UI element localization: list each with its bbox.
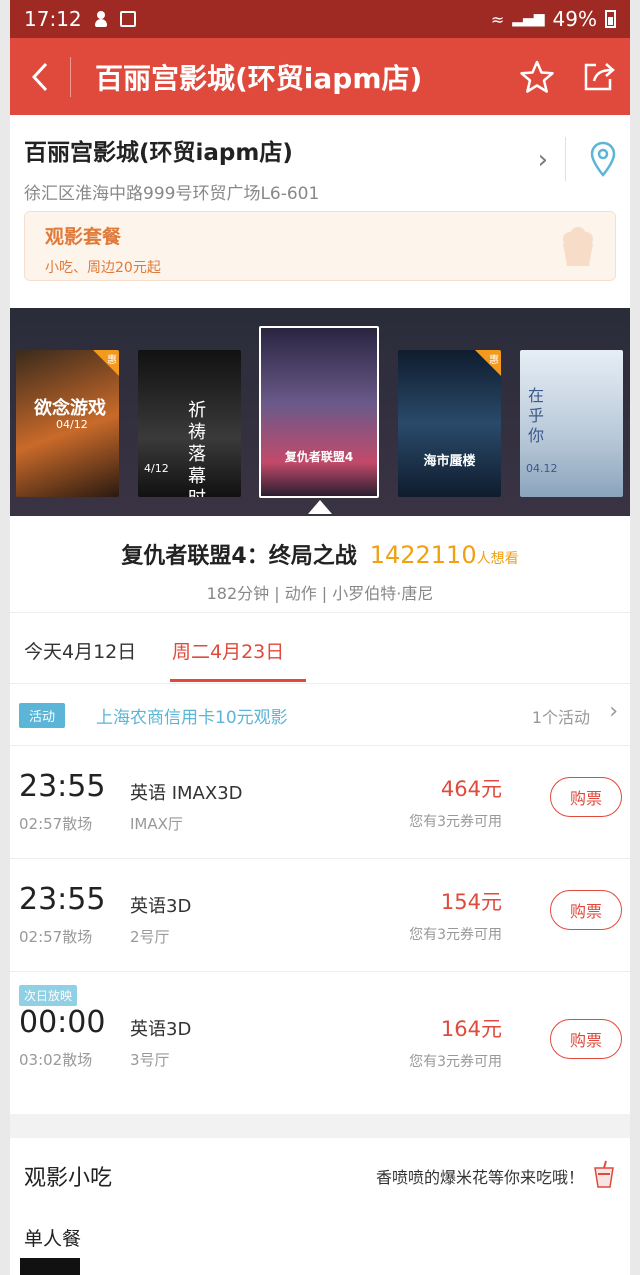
snacks-section: 观影小吃 香喷喷的爆米花等你来吃哦！ 单人餐 bbox=[10, 1138, 630, 1275]
chevron-left-icon bbox=[31, 62, 48, 91]
show-language: 英语3D bbox=[130, 896, 192, 917]
poster-item-selected[interactable]: 复仇者联盟4 bbox=[259, 326, 379, 498]
page-title: 百丽宫影城(环贸iapm店) bbox=[95, 61, 423, 95]
poster-title: 复仇者联盟4 bbox=[284, 450, 354, 464]
promo-count: 1个活动 bbox=[531, 708, 590, 727]
poster-title: 祈祷落幕时 bbox=[188, 400, 206, 497]
movie-info: 复仇者联盟4：终局之战 1422110人想看 182分钟 | 动作 | 小罗伯特… bbox=[10, 516, 630, 612]
start-time: 00:00 bbox=[19, 1005, 106, 1040]
coupon-note: 您有3元券可用 bbox=[409, 927, 502, 943]
show-hall: IMAX厅 bbox=[130, 815, 183, 833]
snacks-tip: 香喷喷的爆米花等你来吃哦！ bbox=[375, 1168, 584, 1187]
meal-logo bbox=[20, 1258, 80, 1275]
discount-badge: 惠 bbox=[93, 350, 119, 376]
share-icon bbox=[584, 62, 615, 90]
date-tabs: 今天4月12日 周二4月23日 bbox=[10, 612, 630, 684]
cinema-address: 徐汇区淮海中路999号环贸广场L6-601 bbox=[24, 184, 320, 204]
poster-item[interactable]: 在乎你 04.12 bbox=[520, 350, 623, 497]
show-language: 英语 IMAX3D bbox=[130, 783, 243, 804]
cinema-name: 百丽宫影城(环贸iapm店) bbox=[24, 140, 293, 166]
show-price: 164元 bbox=[440, 1017, 502, 1041]
coupon-note: 您有3元券可用 bbox=[409, 1054, 502, 1070]
end-time: 02:57散场 bbox=[19, 928, 93, 946]
show-language: 英语3D bbox=[130, 1019, 192, 1040]
favorite-button[interactable] bbox=[506, 38, 568, 115]
poster-carousel[interactable]: 欲念游戏 04/12 惠 祈祷落幕时 4/12 复仇者联盟4 海市蜃楼 惠 在乎… bbox=[10, 308, 630, 516]
app-screen: 17:12 ≈ ▂▄▆ 49% 百丽宫影城(环贸iapm店) 百丽宫影城(环贸i… bbox=[10, 0, 630, 1275]
active-tab-indicator bbox=[170, 679, 306, 682]
showtime-row[interactable]: 次日放映 00:00 03:02散场 英语3D 3号厅 164元 您有3元券可用… bbox=[10, 971, 630, 1114]
end-time: 03:02散场 bbox=[19, 1051, 93, 1069]
selected-pointer bbox=[308, 500, 332, 514]
share-button[interactable] bbox=[568, 38, 630, 115]
section-gap bbox=[10, 1114, 630, 1138]
image-icon bbox=[119, 11, 136, 27]
combo-subtitle: 小吃、周边20元起 bbox=[45, 260, 161, 276]
want-count: 1422110 bbox=[369, 541, 477, 569]
discount-badge: 惠 bbox=[475, 350, 501, 376]
map-pin-icon[interactable] bbox=[590, 141, 616, 177]
battery-icon bbox=[605, 10, 616, 28]
coupon-note: 您有3元券可用 bbox=[409, 814, 502, 830]
poster-item[interactable]: 欲念游戏 04/12 惠 bbox=[16, 350, 119, 497]
cinema-info[interactable]: 百丽宫影城(环贸iapm店) 徐汇区淮海中路999号环贸广场L6-601 › bbox=[10, 115, 630, 211]
tab-apr23[interactable]: 周二4月23日 bbox=[172, 637, 284, 664]
show-hall: 3号厅 bbox=[130, 1051, 170, 1069]
movie-meta: 182分钟 | 动作 | 小罗伯特·唐尼 bbox=[206, 584, 434, 603]
movie-title: 复仇者联盟4：终局之战 bbox=[121, 544, 357, 569]
show-price: 154元 bbox=[440, 890, 502, 914]
poster-date: 4/12 bbox=[144, 462, 169, 475]
start-time: 23:55 bbox=[19, 882, 106, 917]
poster-title: 海市蜃楼 bbox=[423, 454, 476, 469]
status-time: 17:12 bbox=[24, 7, 82, 31]
combo-title: 观影套餐 bbox=[45, 226, 122, 248]
tab-today[interactable]: 今天4月12日 bbox=[24, 637, 136, 664]
combo-card[interactable]: 观影套餐 小吃、周边20元起 bbox=[24, 211, 616, 281]
next-day-badge: 次日放映 bbox=[19, 985, 78, 1006]
poster-item[interactable]: 祈祷落幕时 4/12 bbox=[138, 350, 241, 497]
nav-bar: 百丽宫影城(环贸iapm店) bbox=[10, 38, 630, 115]
promo-bar[interactable]: 活动 上海农商信用卡10元观影 1个活动 › bbox=[10, 683, 630, 746]
status-bar: 17:12 ≈ ▂▄▆ 49% bbox=[10, 0, 630, 38]
chevron-right-icon: › bbox=[609, 699, 618, 724]
showtime-row[interactable]: 23:55 02:57散场 英语3D 2号厅 154元 您有3元券可用 购票 bbox=[10, 858, 630, 972]
promo-badge: 活动 bbox=[19, 703, 66, 728]
show-price: 464元 bbox=[440, 777, 502, 801]
poster-title: 欲念游戏 bbox=[34, 398, 106, 419]
notification-icon bbox=[94, 11, 108, 27]
buy-ticket-button[interactable]: 购票 bbox=[550, 890, 622, 930]
showtime-row[interactable]: 23:55 02:57散场 英语 IMAX3D IMAX厅 464元 您有3元券… bbox=[10, 745, 630, 859]
buy-ticket-button[interactable]: 购票 bbox=[550, 777, 622, 817]
star-icon bbox=[520, 60, 554, 93]
start-time: 23:55 bbox=[19, 769, 106, 804]
poster-date: 04/12 bbox=[56, 418, 88, 431]
signal-icon: ▂▄▆ bbox=[512, 11, 545, 27]
poster-title: 在乎你 bbox=[528, 386, 545, 445]
chevron-right-icon: › bbox=[537, 145, 548, 175]
show-hall: 2号厅 bbox=[130, 928, 170, 946]
wifi-icon: ≈ bbox=[490, 9, 505, 29]
want-label: 人想看 bbox=[476, 551, 519, 567]
buy-ticket-button[interactable]: 购票 bbox=[550, 1019, 622, 1059]
promo-text: 上海农商信用卡10元观影 bbox=[96, 708, 288, 728]
popcorn-icon bbox=[563, 227, 593, 266]
snacks-title: 观影小吃 bbox=[24, 1166, 113, 1191]
back-button[interactable] bbox=[10, 38, 70, 115]
single-meal-label: 单人餐 bbox=[24, 1228, 82, 1250]
poster-item[interactable]: 海市蜃楼 惠 bbox=[398, 350, 501, 497]
divider bbox=[565, 137, 566, 181]
drink-cup-icon bbox=[594, 1160, 614, 1188]
end-time: 02:57散场 bbox=[19, 815, 93, 833]
battery-level: 49% bbox=[552, 7, 597, 31]
poster-date: 04.12 bbox=[526, 462, 558, 475]
